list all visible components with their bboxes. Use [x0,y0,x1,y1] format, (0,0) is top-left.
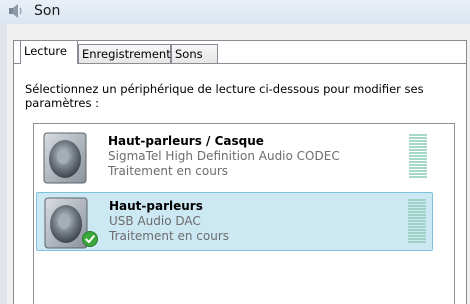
tab-enregistrement[interactable]: Enregistrement [78,44,171,63]
speaker-icon [43,132,87,184]
sound-dialog: Son Lecture Enregistrement Sons Sélectio… [0,0,470,304]
window-title: Son [34,3,61,19]
volume-meter [408,199,426,245]
device-status: Traitement en cours [109,229,230,243]
tab-label: Enregistrement [82,47,171,61]
tab-sons[interactable]: Sons [171,44,218,63]
device-item-usb-dac[interactable]: Haut-parleurs USB Audio DAC Traitement e… [36,192,433,251]
volume-meter [409,134,427,180]
title-bar[interactable]: Son [0,0,470,24]
device-name: Haut-parleurs / Casque [108,134,264,148]
device-status: Traitement en cours [108,164,229,178]
tab-strip-divider [13,63,467,64]
device-item-headphones[interactable]: Haut-parleurs / Casque SigmaTel High Def… [36,128,433,187]
instruction-text: Sélectionnez un périphérique de lecture … [25,82,424,110]
tab-label: Lecture [24,44,67,58]
tab-label: Sons [175,47,203,61]
window-edge [0,24,7,304]
speaker-icon [9,4,22,18]
tab-lecture[interactable]: Lecture [20,40,78,64]
device-name: Haut-parleurs [109,199,203,213]
device-description: USB Audio DAC [109,214,201,228]
device-description: SigmaTel High Definition Audio CODEC [108,149,340,163]
green-check-icon [82,231,98,247]
